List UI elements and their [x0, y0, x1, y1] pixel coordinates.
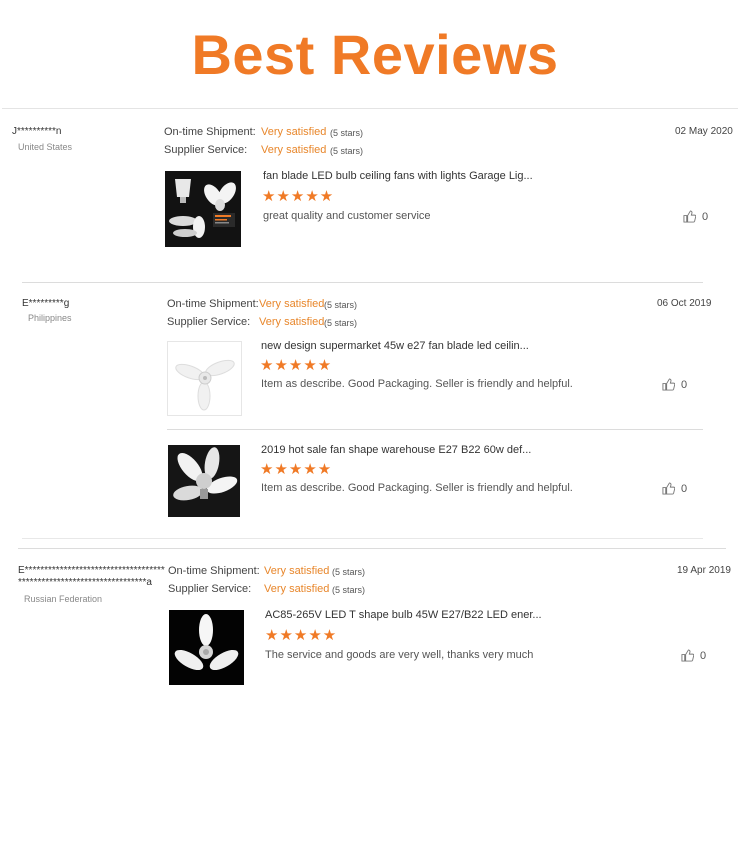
like-button[interactable]: 0	[662, 378, 687, 391]
review-comment: The service and goods are very well, tha…	[265, 649, 534, 661]
review-divider	[22, 538, 703, 539]
reviewer-name: J**********n	[12, 126, 62, 137]
service-rating: Very satisfied	[261, 144, 327, 156]
like-button[interactable]: 0	[662, 482, 687, 495]
review-comment: Item as describe. Good Packaging. Seller…	[261, 482, 573, 494]
shipment-rating: Very satisfied	[264, 565, 330, 577]
star-rating: ★★★★★	[260, 357, 333, 374]
shipment-rating: Very satisfied	[259, 298, 325, 310]
like-count: 0	[681, 378, 688, 391]
review-comment: Item as describe. Good Packaging. Seller…	[261, 378, 573, 390]
review-divider	[18, 548, 726, 549]
item-divider	[167, 429, 703, 430]
shipment-label: On-time Shipment:	[168, 565, 260, 577]
shipment-label: On-time Shipment:	[167, 298, 259, 310]
service-rating: Very satisfied	[264, 583, 330, 595]
thumbs-up-icon	[683, 210, 696, 223]
like-button[interactable]: 0	[681, 649, 706, 662]
shipment-rating: Very satisfied	[261, 126, 327, 138]
reviewer-name: E***************************************…	[18, 565, 165, 588]
star-rating: ★★★★★	[265, 627, 338, 644]
product-thumbnail[interactable]	[168, 445, 240, 517]
product-title[interactable]: 2019 hot sale fan shape warehouse E27 B2…	[261, 444, 531, 456]
reviewer-country: Russian Federation	[24, 594, 103, 604]
like-count: 0	[702, 210, 709, 223]
service-label: Supplier Service:	[167, 316, 251, 328]
service-label: Supplier Service:	[164, 144, 248, 156]
review-divider	[22, 282, 703, 283]
product-thumbnail[interactable]	[167, 341, 242, 416]
service-label: Supplier Service:	[168, 583, 252, 595]
product-title[interactable]: AC85-265V LED T shape bulb 45W E27/B22 L…	[265, 609, 542, 621]
service-stars: (5 stars)	[332, 585, 366, 595]
thumbs-up-icon	[662, 378, 675, 391]
like-count: 0	[681, 482, 688, 495]
product-title[interactable]: new design supermarket 45w e27 fan blade…	[261, 340, 529, 352]
thumbs-up-icon	[681, 649, 694, 662]
review-comment: great quality and customer service	[263, 210, 431, 222]
review-date: 02 May 2020	[675, 126, 733, 137]
product-thumbnail[interactable]	[165, 171, 241, 247]
service-rating: Very satisfied	[259, 316, 325, 328]
star-rating: ★★★★★	[262, 188, 335, 205]
review-date: 06 Oct 2019	[657, 298, 712, 309]
reviewer-country: Philippines	[28, 313, 72, 323]
star-rating: ★★★★★	[260, 461, 333, 478]
product-title[interactable]: fan blade LED bulb ceiling fans with lig…	[263, 170, 533, 182]
product-thumbnail[interactable]	[169, 610, 244, 685]
shipment-label: On-time Shipment:	[164, 126, 256, 138]
thumbs-up-icon	[662, 482, 675, 495]
reviewer-name: E*********g	[22, 298, 70, 309]
reviewer-country: United States	[18, 142, 73, 152]
shipment-stars: (5 stars)	[330, 128, 364, 138]
service-stars: (5 stars)	[324, 318, 358, 328]
shipment-stars: (5 stars)	[324, 300, 358, 310]
like-count: 0	[700, 649, 707, 662]
shipment-stars: (5 stars)	[332, 567, 366, 577]
service-stars: (5 stars)	[330, 146, 364, 156]
header-divider	[2, 108, 738, 109]
like-button[interactable]: 0	[683, 210, 708, 223]
page-title: Best Reviews	[191, 23, 559, 86]
review-date: 19 Apr 2019	[677, 565, 731, 576]
